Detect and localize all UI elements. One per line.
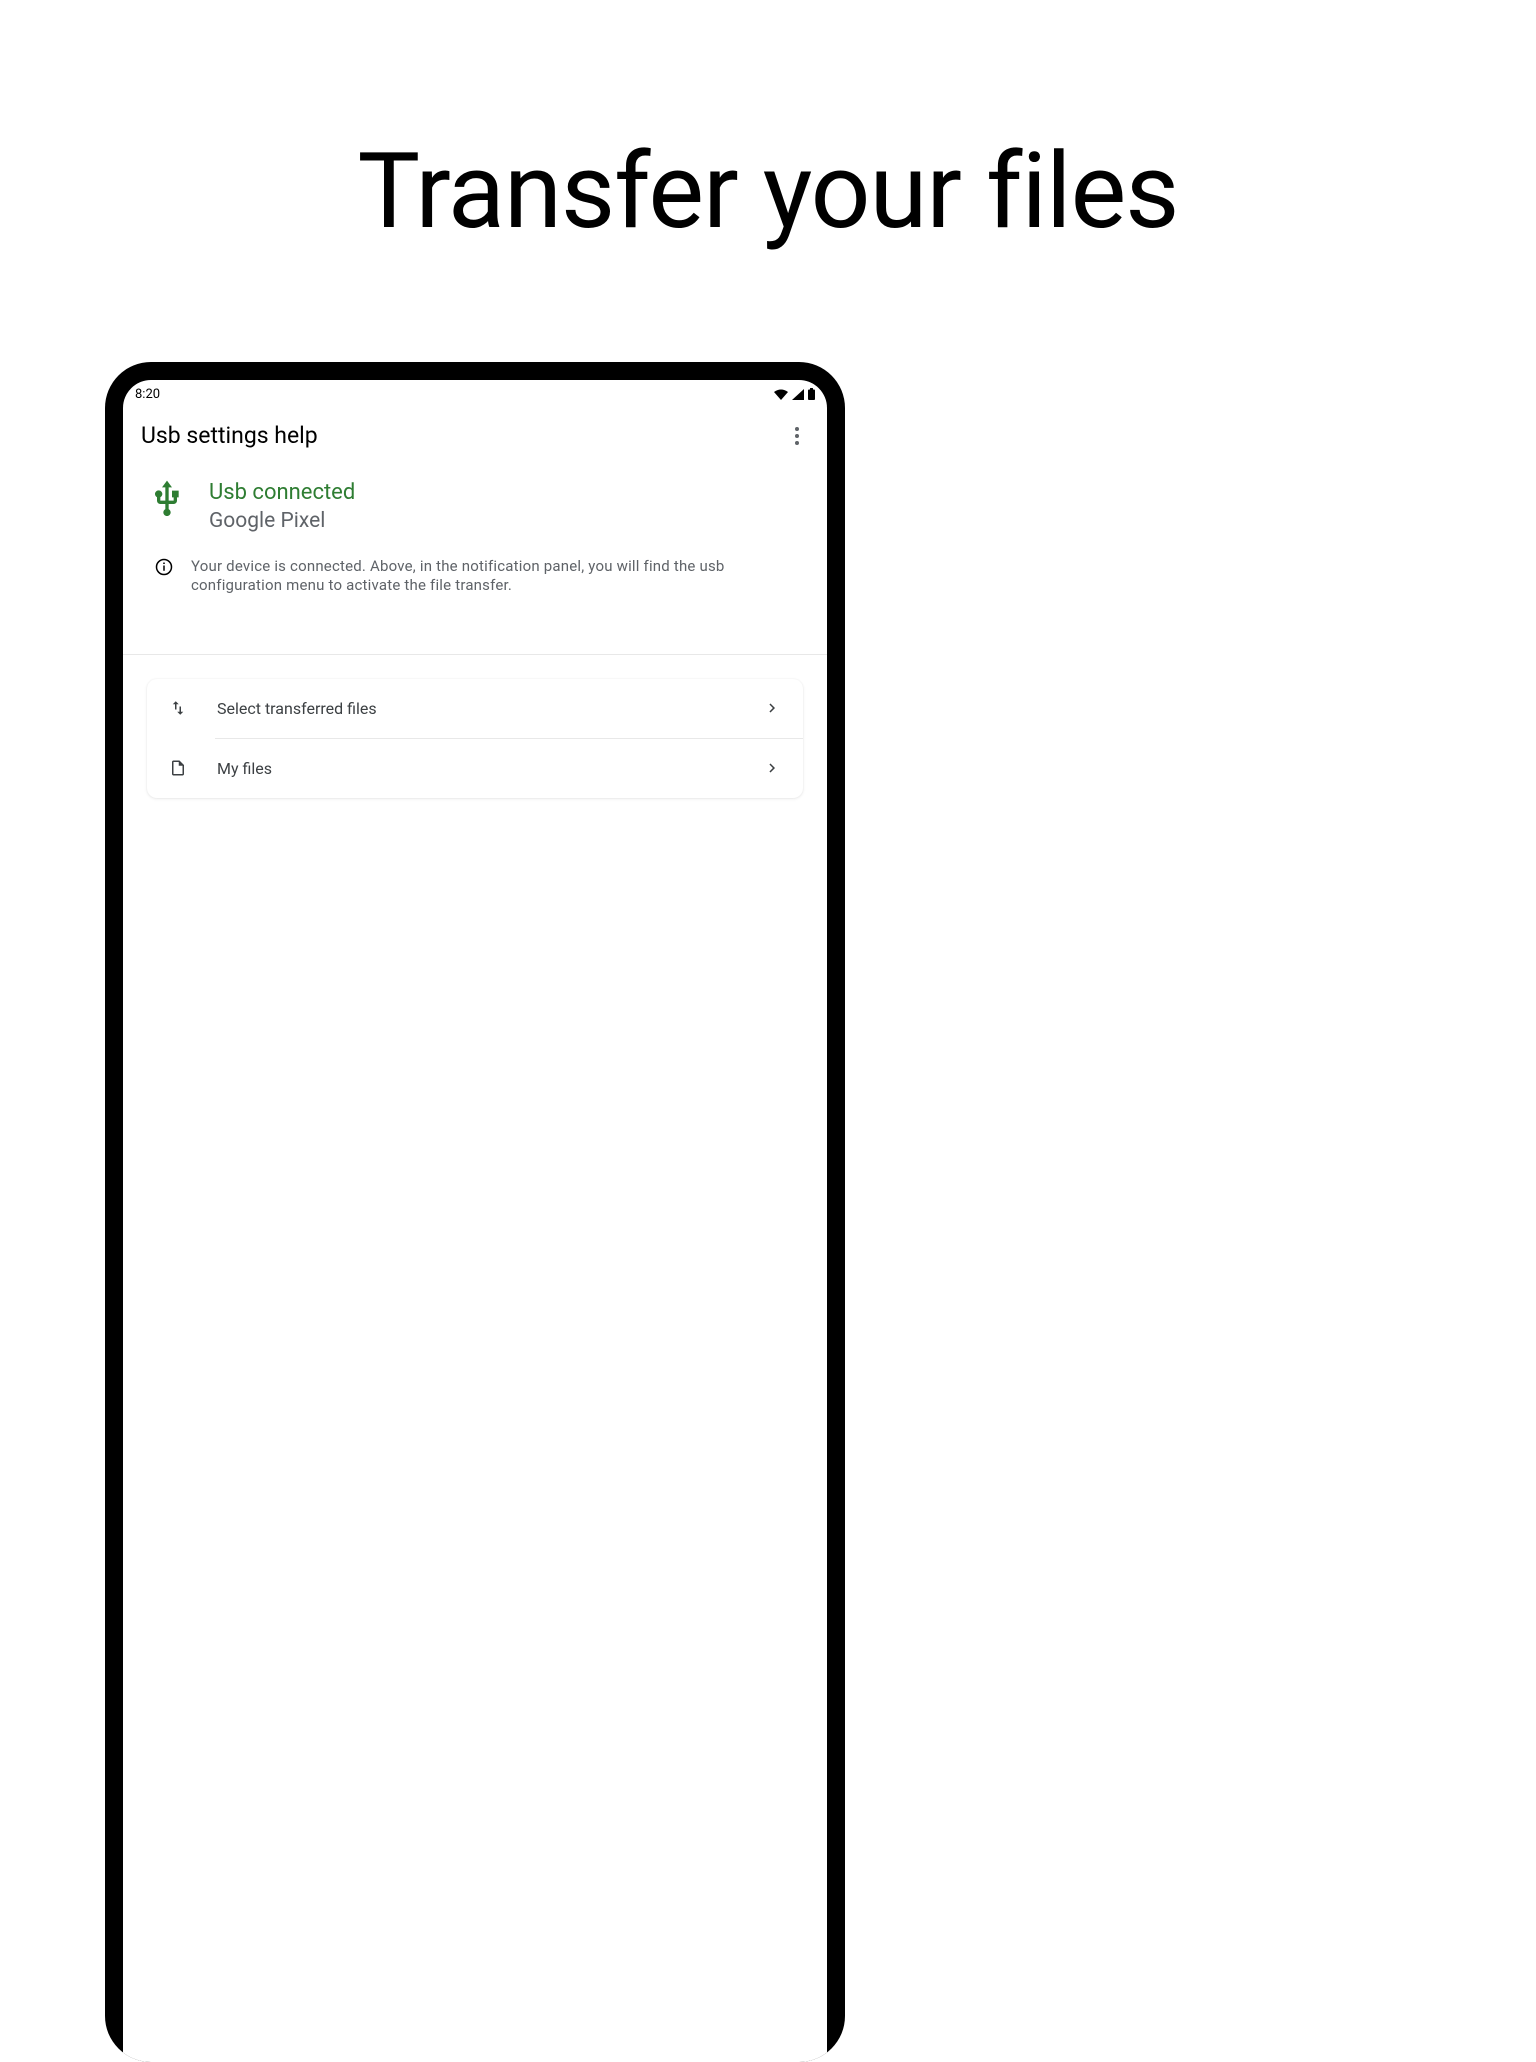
my-files-label: My files bbox=[217, 759, 733, 778]
header-title: Usb settings help bbox=[141, 422, 318, 449]
status-bar: 8:20 bbox=[123, 380, 827, 404]
info-text: Your device is connected. Above, in the … bbox=[191, 557, 809, 596]
select-transferred-files-row[interactable]: Select transferred files bbox=[147, 679, 803, 738]
swap-vert-icon bbox=[169, 699, 187, 717]
options-card: Select transferred files My files bbox=[147, 679, 803, 798]
card-container: Select transferred files My files bbox=[123, 655, 827, 798]
status-time: 8:20 bbox=[135, 387, 160, 402]
info-section: Your device is connected. Above, in the … bbox=[123, 535, 827, 596]
battery-icon bbox=[808, 388, 815, 400]
status-icons bbox=[774, 388, 815, 400]
signal-icon bbox=[792, 389, 804, 400]
usb-connected-title: Usb connected bbox=[209, 479, 809, 508]
tablet-screen: 8:20 Usb settings help bbox=[123, 380, 827, 2062]
chevron-right-icon bbox=[763, 759, 781, 777]
usb-text: Usb connected Google Pixel bbox=[209, 479, 809, 535]
my-files-row[interactable]: My files bbox=[147, 739, 803, 798]
usb-device-name: Google Pixel bbox=[209, 508, 809, 535]
tablet-frame: 8:20 Usb settings help bbox=[105, 362, 845, 2062]
info-icon bbox=[155, 558, 173, 576]
wifi-icon bbox=[774, 389, 788, 400]
file-icon bbox=[169, 759, 187, 777]
usb-icon bbox=[147, 479, 187, 519]
more-vert-icon[interactable] bbox=[785, 424, 809, 448]
chevron-right-icon bbox=[763, 699, 781, 717]
usb-status-section: Usb connected Google Pixel bbox=[123, 467, 827, 535]
page-header: Usb settings help bbox=[123, 404, 827, 467]
page-heading: Transfer your files bbox=[0, 0, 1536, 253]
select-transferred-files-label: Select transferred files bbox=[217, 699, 733, 718]
